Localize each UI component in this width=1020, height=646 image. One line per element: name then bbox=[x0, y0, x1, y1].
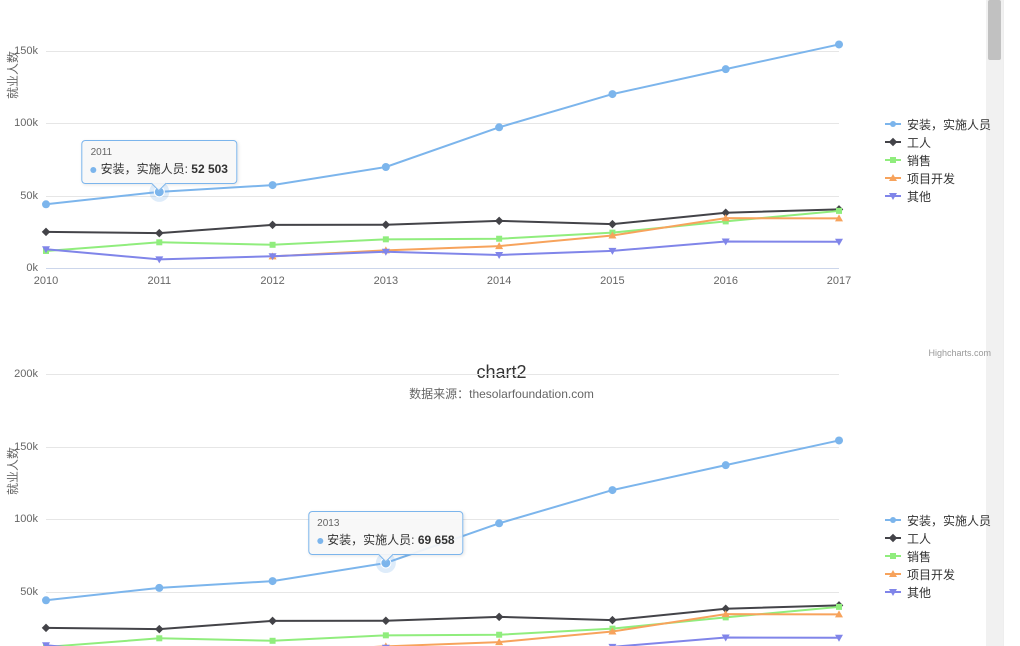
y-tick-label: 100k bbox=[14, 513, 38, 525]
legend-item[interactable]: 其他 bbox=[885, 583, 991, 601]
legend-item[interactable]: 其他 bbox=[885, 187, 991, 205]
x-tick-label: 2015 bbox=[600, 275, 624, 287]
legend-label: 安装，实施人员 bbox=[907, 512, 991, 529]
tooltip-series: 安装，实施人员 bbox=[327, 533, 411, 547]
legend-marker-icon bbox=[885, 195, 901, 197]
viewport: 数据来源：thesolarfoundation.com就业人数0k50k100k… bbox=[0, 0, 1004, 646]
tooltip-dot-icon bbox=[91, 167, 97, 173]
legend-item[interactable]: 项目开发 bbox=[885, 565, 991, 583]
tooltip-header: 2013 bbox=[317, 518, 454, 529]
tooltip: 2013安装，实施人员: 69 658 bbox=[308, 511, 463, 555]
tooltip-value: 69 658 bbox=[418, 533, 455, 547]
legend-marker-icon bbox=[885, 141, 901, 143]
chart-svg bbox=[46, 0, 839, 268]
legend-label: 安装，实施人员 bbox=[907, 116, 991, 133]
legend-item[interactable]: 安装，实施人员 bbox=[885, 115, 991, 133]
legend-item[interactable]: 工人 bbox=[885, 133, 991, 151]
plot-area[interactable]: 0k50k100k150k200k20102011201220132014201… bbox=[46, 356, 839, 646]
x-tick-label: 2013 bbox=[374, 275, 398, 287]
chart-container-0: 数据来源：thesolarfoundation.com就业人数0k50k100k… bbox=[0, 0, 1003, 360]
x-tick-label: 2016 bbox=[713, 275, 737, 287]
y-tick-label: 150k bbox=[14, 441, 38, 453]
legend-marker-icon bbox=[885, 537, 901, 539]
legend-marker-icon bbox=[885, 519, 901, 521]
legend-marker-icon bbox=[885, 573, 901, 575]
legend-label: 其他 bbox=[907, 584, 931, 601]
y-tick-label: 150k bbox=[14, 45, 38, 57]
y-tick-label: 100k bbox=[14, 117, 38, 129]
legend: 安装，实施人员工人销售项目开发其他 bbox=[885, 115, 991, 205]
tooltip-header: 2011 bbox=[91, 147, 228, 158]
legend-marker-icon bbox=[885, 159, 901, 161]
legend-label: 工人 bbox=[907, 134, 931, 151]
legend-label: 工人 bbox=[907, 530, 931, 547]
y-axis-title: 就业人数 bbox=[4, 447, 21, 495]
x-tick-label: 2011 bbox=[147, 275, 171, 287]
y-tick-label: 50k bbox=[20, 190, 38, 202]
legend-label: 项目开发 bbox=[907, 170, 955, 187]
x-tick-label: 2010 bbox=[34, 275, 58, 287]
series-line[interactable] bbox=[46, 211, 839, 251]
tooltip-dot-icon bbox=[317, 538, 323, 544]
legend-label: 其他 bbox=[907, 188, 931, 205]
legend-item[interactable]: 销售 bbox=[885, 151, 991, 169]
x-tick-label: 2012 bbox=[260, 275, 284, 287]
chart-svg bbox=[46, 356, 839, 646]
y-tick-label: 0k bbox=[26, 262, 38, 274]
legend-marker-icon bbox=[885, 177, 901, 179]
legend-item[interactable]: 项目开发 bbox=[885, 169, 991, 187]
legend-item[interactable]: 工人 bbox=[885, 529, 991, 547]
legend-label: 项目开发 bbox=[907, 566, 955, 583]
tooltip: 2011安装，实施人员: 52 503 bbox=[82, 140, 237, 184]
tooltip-value: 52 503 bbox=[191, 162, 228, 176]
legend-item[interactable]: 安装，实施人员 bbox=[885, 511, 991, 529]
x-axis: 20102011201220132014201520162017 bbox=[46, 268, 839, 269]
x-tick-label: 2017 bbox=[827, 275, 851, 287]
legend-marker-icon bbox=[885, 555, 901, 557]
y-axis-title: 就业人数 bbox=[4, 51, 21, 99]
legend-marker-icon bbox=[885, 591, 901, 593]
legend-label: 销售 bbox=[907, 548, 931, 565]
plot-area[interactable]: 0k50k100k150k200k20102011201220132014201… bbox=[46, 0, 839, 268]
tooltip-series: 安装，实施人员 bbox=[101, 162, 185, 176]
legend-item[interactable]: 销售 bbox=[885, 547, 991, 565]
legend-label: 销售 bbox=[907, 152, 931, 169]
legend-marker-icon bbox=[885, 123, 901, 125]
legend: 安装，实施人员工人销售项目开发其他 bbox=[885, 511, 991, 601]
x-tick-label: 2014 bbox=[487, 275, 511, 287]
y-tick-label: 200k bbox=[14, 368, 38, 380]
y-tick-label: 50k bbox=[20, 586, 38, 598]
series-line[interactable] bbox=[46, 607, 839, 646]
chart-container-1: chart2数据来源：thesolarfoundation.com就业人数0k5… bbox=[0, 356, 1003, 646]
series-line[interactable] bbox=[46, 242, 839, 260]
